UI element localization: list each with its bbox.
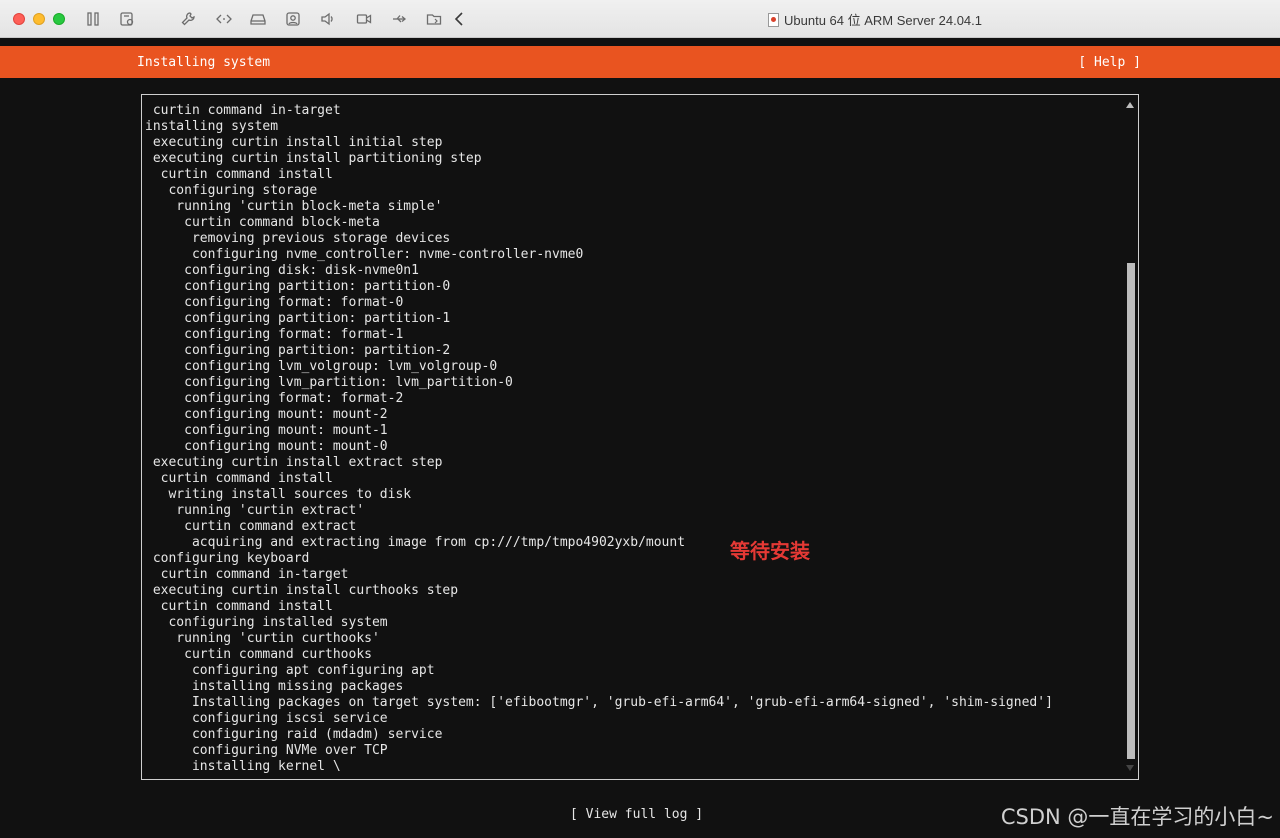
log-line: configuring format: format-2 [145, 391, 404, 406]
log-line: configuring lvm_partition: lvm_partition… [145, 375, 513, 390]
log-line: writing install sources to disk [145, 487, 412, 502]
log-line: configuring mount: mount-0 [145, 439, 388, 454]
vm-screen[interactable]: Installing system [ Help ] curtin comman… [0, 38, 1280, 838]
log-line: installing system [145, 119, 279, 134]
log-line: curtin command install [145, 471, 333, 486]
watermark: CSDN @一直在学习的小白~ [1000, 805, 1274, 829]
log-line: executing curtin install curthooks step [145, 583, 459, 598]
annotation-label: 等待安装 [730, 539, 810, 563]
log-line: curtin command block-meta [145, 215, 380, 230]
log-line: configuring keyboard [145, 551, 310, 566]
log-line: running 'curtin block-meta simple' [145, 199, 443, 214]
log-line: curtin command install [145, 599, 333, 614]
log-line: installing kernel \ [145, 759, 341, 774]
log-line: executing curtin install initial step [145, 135, 443, 150]
log-line: configuring nvme_controller: nvme-contro… [145, 247, 584, 262]
log-line: configuring format: format-1 [145, 327, 404, 342]
install-log: curtin command in-target installing syste… [145, 103, 1053, 775]
scrollbar-thumb[interactable] [1127, 263, 1135, 759]
log-line: configuring lvm_volgroup: lvm_volgroup-0 [145, 359, 498, 374]
code-icon[interactable] [214, 9, 234, 29]
log-line: removing previous storage devices [145, 231, 451, 246]
log-line: acquiring and extracting image from cp:/… [145, 535, 686, 550]
wrench-icon[interactable] [178, 9, 198, 29]
log-line: running 'curtin curthooks' [145, 631, 380, 646]
log-line: installing missing packages [145, 679, 404, 694]
view-full-log-button[interactable]: [ View full log ] [570, 807, 703, 822]
sound-icon[interactable] [318, 9, 338, 29]
log-line: configuring storage [145, 183, 318, 198]
log-line: running 'curtin extract' [145, 503, 365, 518]
log-line: curtin command extract [145, 519, 357, 534]
log-line: Installing packages on target system: ['… [145, 695, 1053, 710]
help-button[interactable]: [ Help ] [1078, 55, 1141, 70]
log-line: configuring installed system [145, 615, 388, 630]
video-icon[interactable] [354, 9, 374, 29]
log-scrollbar[interactable] [1127, 115, 1135, 769]
usb-icon[interactable] [389, 9, 409, 29]
log-line: configuring partition: partition-1 [145, 311, 451, 326]
log-line: configuring iscsi service [145, 711, 388, 726]
log-line: curtin command install [145, 167, 333, 182]
log-line: configuring disk: disk-nvme0n1 [145, 263, 419, 278]
installer-title: Installing system [137, 55, 271, 70]
maximize-window-button[interactable] [53, 13, 65, 25]
scroll-up-icon[interactable] [1126, 102, 1134, 108]
close-window-button[interactable] [13, 13, 25, 25]
install-log-panel[interactable]: curtin command in-target installing syste… [141, 94, 1139, 780]
scroll-down-icon[interactable] [1126, 765, 1134, 771]
log-line: configuring format: format-0 [145, 295, 404, 310]
shared-folder-icon[interactable] [424, 9, 444, 29]
log-line: configuring mount: mount-1 [145, 423, 388, 438]
settings-icon[interactable] [117, 9, 137, 29]
log-line: configuring partition: partition-2 [145, 343, 451, 358]
log-line: configuring apt configuring apt [145, 663, 435, 678]
log-line: configuring raid (mdadm) service [145, 727, 443, 742]
log-line: executing curtin install partitioning st… [145, 151, 482, 166]
window-title: Ubuntu 64 位 ARM Server 24.04.1 [768, 10, 982, 29]
back-icon[interactable] [450, 9, 470, 29]
log-line: configuring partition: partition-0 [145, 279, 451, 294]
log-line: curtin command in-target [145, 567, 349, 582]
log-line: configuring mount: mount-2 [145, 407, 388, 422]
installer-header: Installing system [ Help ] [0, 46, 1280, 78]
vm-document-icon [768, 12, 779, 27]
log-line: curtin command in-target [145, 103, 341, 118]
pause-icon[interactable] [83, 9, 103, 29]
log-line: configuring NVMe over TCP [145, 743, 388, 758]
minimize-window-button[interactable] [33, 13, 45, 25]
window-titlebar: Ubuntu 64 位 ARM Server 24.04.1 [0, 0, 1280, 38]
drive-icon[interactable] [248, 9, 268, 29]
log-line: curtin command curthooks [145, 647, 372, 662]
camera-icon[interactable] [283, 9, 303, 29]
window-title-text: Ubuntu 64 位 ARM Server 24.04.1 [784, 13, 982, 28]
log-line: executing curtin install extract step [145, 455, 443, 470]
